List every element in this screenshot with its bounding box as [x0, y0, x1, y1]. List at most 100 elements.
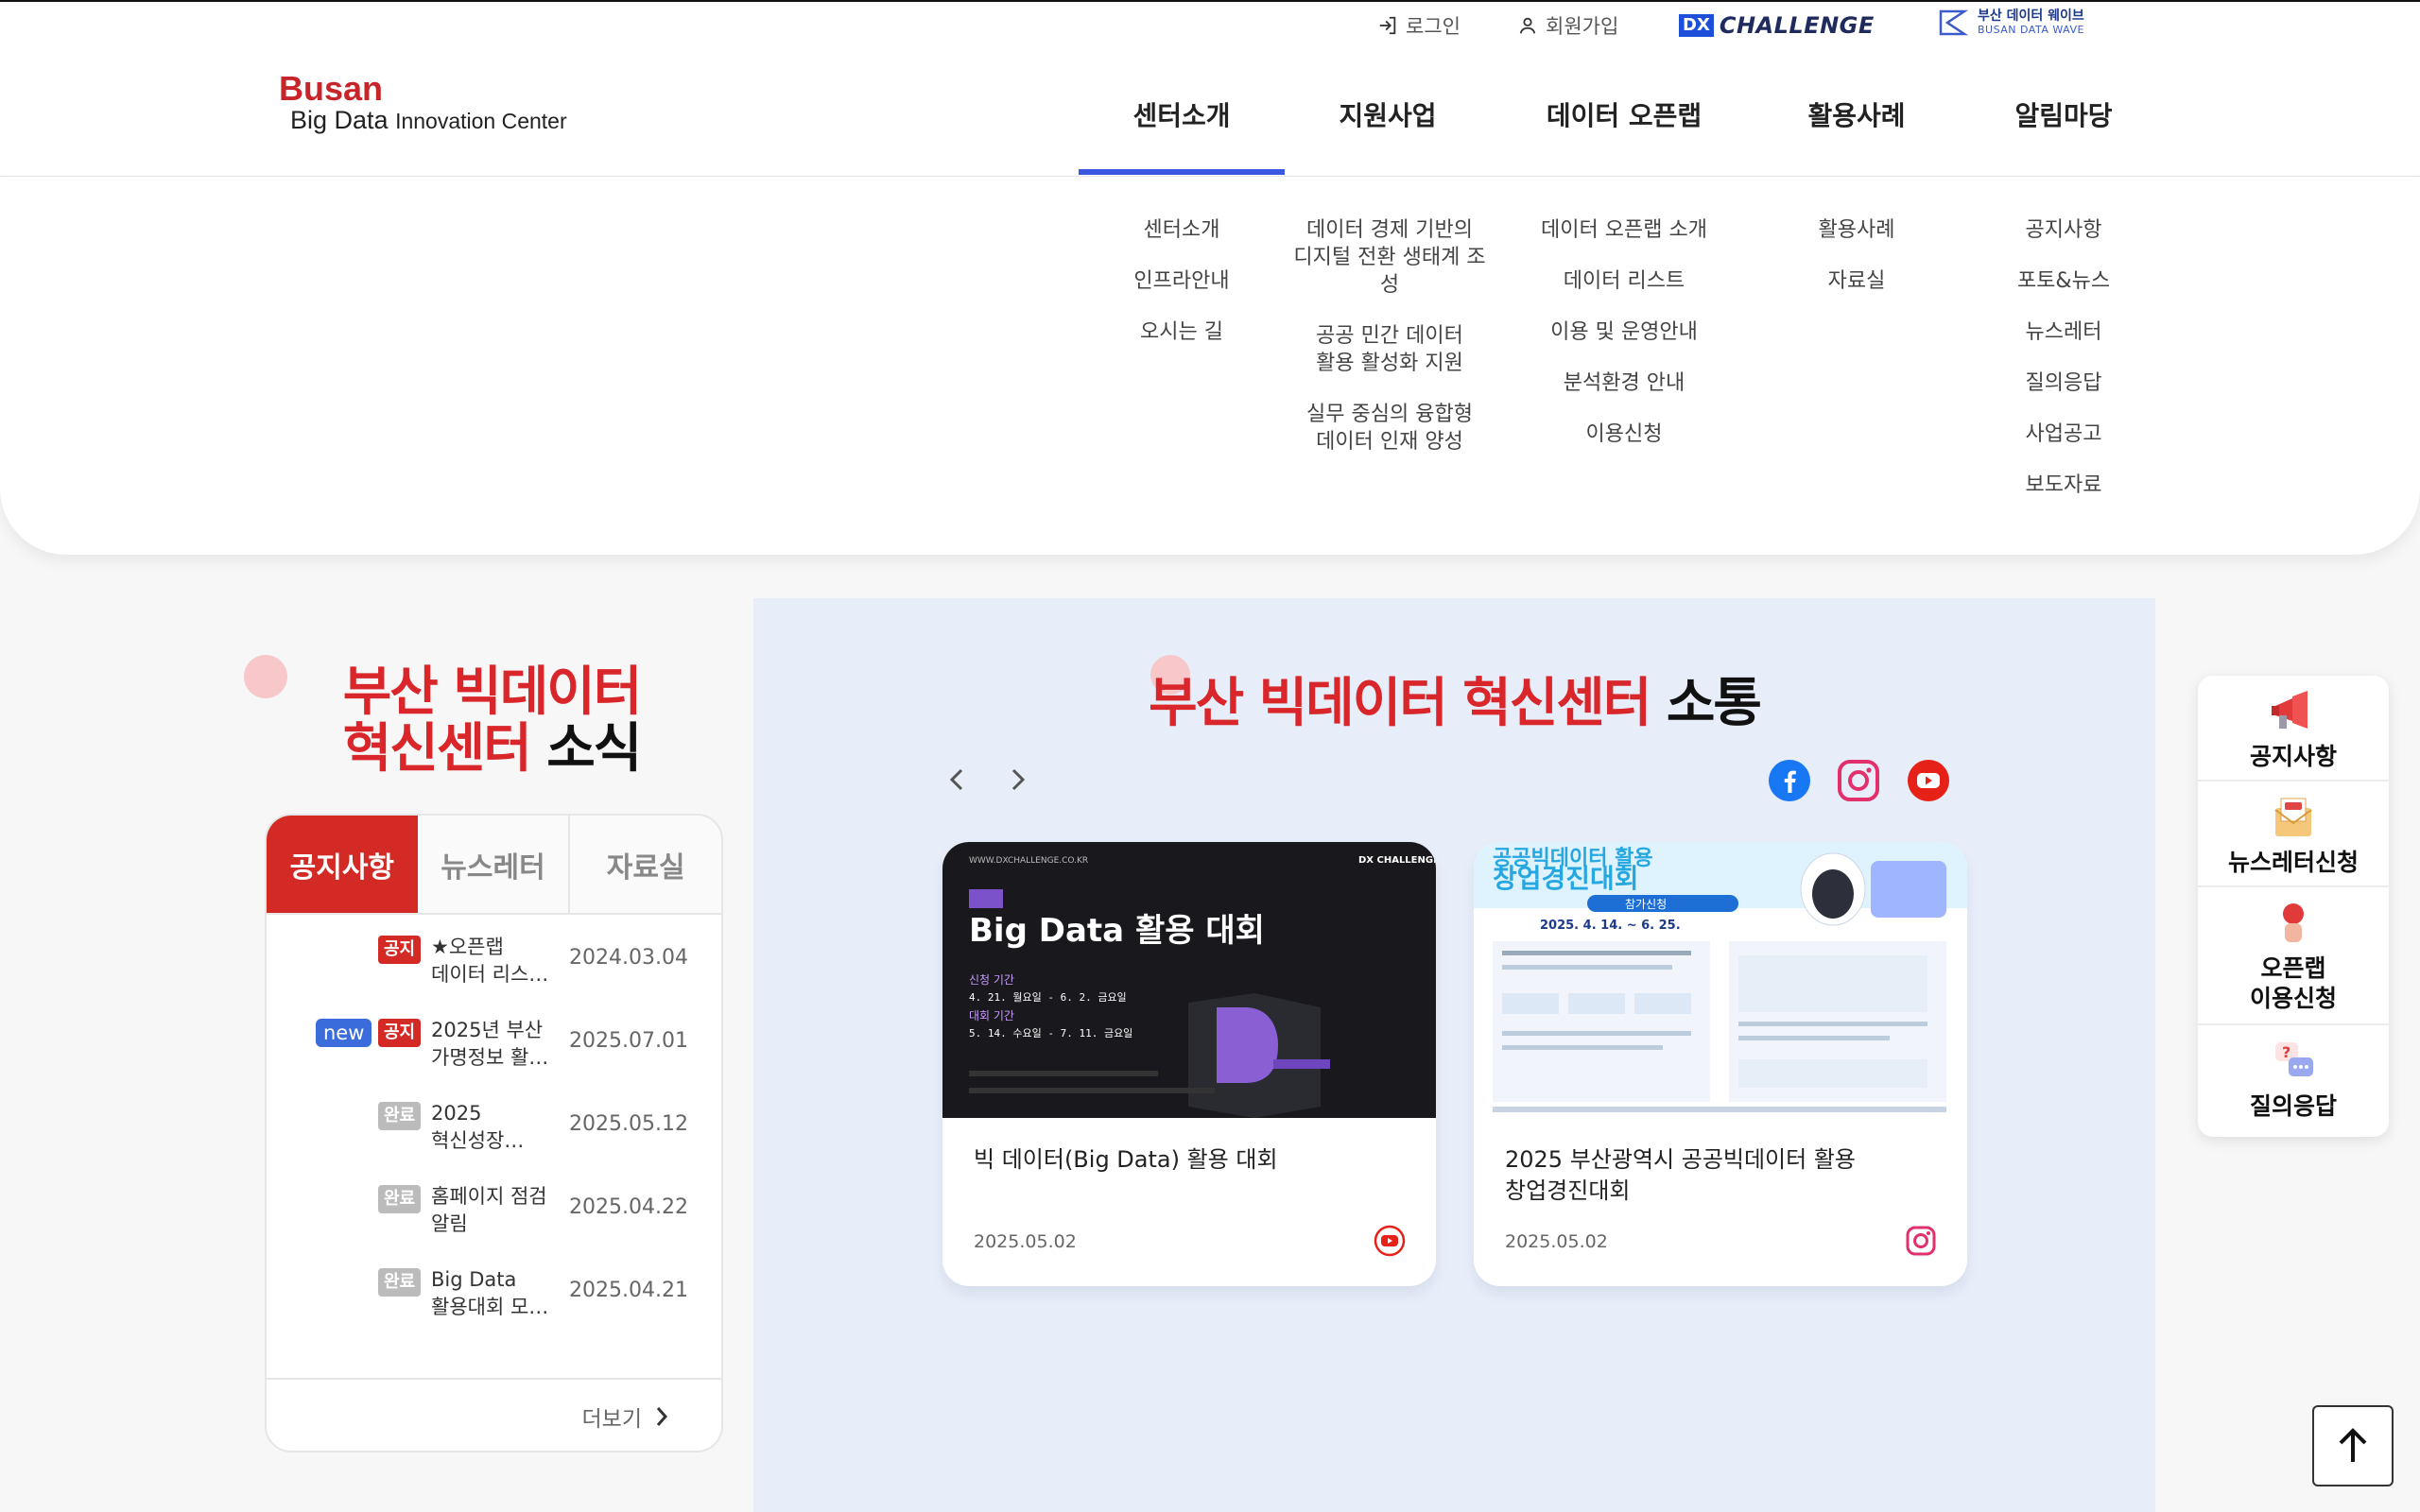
chevron-right-icon	[656, 1407, 668, 1426]
quick-newsletter[interactable]: 뉴스레터신청	[2198, 782, 2389, 887]
quick-notice[interactable]: 공지사항	[2198, 676, 2389, 782]
gnb-support[interactable]: 지원사업	[1285, 95, 1491, 133]
mega-link[interactable]: 실무 중심의 융합형 데이터 인재 양성	[1285, 401, 1495, 455]
card-title: 빅 데이터(Big Data) 활용 대회	[974, 1146, 1278, 1173]
wave-logo-icon	[1939, 9, 1969, 36]
site-logo[interactable]: Busan Big Data Innovation Center	[279, 71, 567, 134]
mega-col-openlab: 데이터 오픈랩 소개 데이터 리스트 이용 및 운영안내 분석환경 안내 이용신…	[1521, 216, 1727, 472]
header: Busan Big Data Innovation Center 센터소개 지원…	[0, 43, 2420, 177]
dx-challenge-logo[interactable]: DX CHALLENGE	[1679, 12, 1875, 39]
mega-link[interactable]: 이용신청	[1521, 421, 1727, 448]
mega-link[interactable]: 뉴스레터	[1961, 318, 2167, 346]
quick-qna[interactable]: ? 질의응답	[2198, 1025, 2389, 1137]
utility-bar: 로그인 회원가입 DX CHALLENGE 부산 데이터 웨이브 BUSAN D…	[0, 0, 2420, 43]
gnb-center-intro[interactable]: 센터소개	[1079, 95, 1285, 133]
mega-link[interactable]: 센터소개	[1079, 216, 1285, 244]
news-list: 공지 ★오픈랩 데이터 리스… 2024.03.04 new 공지 2025년 …	[267, 915, 721, 1378]
status-badge: 공지	[378, 1019, 422, 1047]
dx-box: DX	[1679, 14, 1714, 37]
news-item-date: 2025.07.01	[569, 1029, 688, 1053]
youtube-icon[interactable]	[1907, 759, 1950, 802]
sns-card-instagram[interactable]: 공공빅데이터 활용 창업경진대회 참가신청 2025. 4. 14. ~ 6. 2…	[1474, 842, 1967, 1286]
quick-menu: 공지사항 뉴스레터신청 오픈랩 이용신청 ? 질의응답	[2198, 676, 2389, 1137]
card-date: 2025.05.02	[1505, 1231, 1608, 1252]
card-date: 2025.05.02	[974, 1231, 1077, 1252]
tab-newsletter[interactable]: 뉴스레터	[417, 816, 571, 913]
thumb-value2: 5. 14. 수요일 - 7. 11. 금요일	[969, 1026, 1132, 1040]
gnb-notice[interactable]: 알림마당	[1961, 95, 2167, 133]
mega-col-center: 센터소개 인프라안내 오시는 길	[1079, 216, 1285, 369]
page: 로그인 회원가입 DX CHALLENGE 부산 데이터 웨이브 BUSAN D…	[0, 0, 2420, 1512]
thumb-label1: 신청 기간	[969, 973, 1014, 987]
signup-link[interactable]: 회원가입	[1517, 11, 1618, 40]
login-link[interactable]: 로그인	[1377, 11, 1461, 40]
quick-notice-label: 공지사항	[2249, 743, 2337, 770]
mega-link[interactable]: 데이터 경제 기반의 디지털 전환 생태계 조성	[1285, 216, 1495, 299]
openlab-icon	[2283, 903, 2304, 942]
mega-link[interactable]: 사업공고	[1961, 421, 2167, 448]
user-icon	[1519, 17, 1536, 34]
news-title-black: 소식	[546, 718, 642, 780]
wave-logo-en: BUSAN DATA WAVE	[1978, 24, 2084, 36]
comm-title-black: 소통	[1666, 673, 1762, 734]
list-item[interactable]: 완료 2025 혁신성장… 2025.05.12	[267, 1081, 721, 1164]
mega-col-cases: 활용사례 자료실	[1754, 216, 1960, 318]
quick-openlab[interactable]: 오픈랩 이용신청	[2198, 887, 2389, 1025]
mega-link[interactable]: 공지사항	[1961, 216, 2167, 244]
mega-link[interactable]: 분석환경 안내	[1521, 369, 1727, 397]
card-title: 2025 부산광역시 공공빅데이터 활용 창업경진대회	[1505, 1146, 1857, 1204]
mega-link[interactable]: 오시는 길	[1079, 318, 1285, 346]
mega-link[interactable]: 공공 민간 데이터 활용 활성화 지원	[1285, 322, 1495, 377]
sns-card-youtube[interactable]: WWW.DXCHALLENGE.CO.KR DX CHALLENGE Big D…	[942, 842, 1436, 1286]
thumb-period: 2025. 4. 14. ~ 6. 25.	[1540, 919, 1681, 933]
mega-link[interactable]: 인프라안내	[1079, 267, 1285, 295]
mega-link[interactable]: 보도자료	[1961, 472, 2167, 499]
logo-line2b: Innovation Center	[395, 109, 567, 133]
arrow-up-icon	[2339, 1428, 2367, 1462]
carousel-next-icon[interactable]	[1004, 761, 1032, 799]
thumb-sub: 참가신청	[1625, 898, 1667, 911]
card-thumbnail: 공공빅데이터 활용 창업경진대회 참가신청 2025. 4. 14. ~ 6. 2…	[1474, 842, 1967, 1118]
back-to-top-button[interactable]	[2312, 1405, 2394, 1486]
news-title: 부산 빅데이터 혁신센터 소식	[265, 664, 718, 778]
mega-link[interactable]: 자료실	[1754, 267, 1960, 295]
mega-link[interactable]: 데이터 오픈랩 소개	[1521, 216, 1727, 244]
mega-link[interactable]: 활용사례	[1754, 216, 1960, 244]
gnb-cases[interactable]: 활용사례	[1754, 95, 1960, 133]
wave-logo-ko: 부산 데이터 웨이브	[1978, 9, 2084, 24]
news-item-date: 2025.05.12	[569, 1112, 688, 1136]
tab-archive[interactable]: 자료실	[570, 816, 721, 913]
status-badge: 완료	[378, 1102, 422, 1130]
quick-qna-label: 질의응답	[2249, 1092, 2337, 1120]
status-badge: 완료	[378, 1185, 422, 1213]
mega-link[interactable]: 포토&뉴스	[1961, 267, 2167, 295]
news-item-title: Big Data 활용대회 모…	[431, 1268, 549, 1318]
card-thumbnail: WWW.DXCHALLENGE.CO.KR DX CHALLENGE Big D…	[942, 842, 1436, 1118]
busan-data-wave-logo[interactable]: 부산 데이터 웨이브 BUSAN DATA WAVE	[1938, 8, 2084, 38]
mega-link[interactable]: 이용 및 운영안내	[1521, 318, 1727, 346]
more-bar: 더보기	[267, 1378, 721, 1451]
list-item[interactable]: 공지 ★오픈랩 데이터 리스… 2024.03.04	[267, 915, 721, 998]
list-item[interactable]: 완료 Big Data 활용대회 모… 2025.04.21	[267, 1247, 721, 1331]
tab-notice[interactable]: 공지사항	[267, 816, 418, 913]
youtube-icon	[1374, 1225, 1406, 1257]
facebook-icon[interactable]	[1768, 759, 1811, 802]
list-item[interactable]: 완료 홈페이지 점검 알림 2025.04.22	[267, 1164, 721, 1247]
gnb-openlab[interactable]: 데이터 오픈랩	[1521, 95, 1727, 133]
mega-link[interactable]: 데이터 리스트	[1521, 267, 1727, 295]
instagram-icon	[1906, 1226, 1936, 1256]
logo-line1: Busan	[279, 69, 384, 108]
thumb-brand: DX CHALLENGE	[1358, 855, 1436, 866]
news-title-line1: 부산 빅데이터	[342, 662, 643, 723]
instagram-icon[interactable]	[1837, 759, 1880, 802]
news-item-title: 2025년 부산 가명정보 활…	[431, 1019, 549, 1069]
carousel-prev-icon[interactable]	[942, 761, 971, 799]
news-section: 부산 빅데이터 혁신센터 소식 공지사항 뉴스레터 자료실 공지 ★오픈랩 데이…	[0, 598, 753, 1512]
mega-link[interactable]: 질의응답	[1961, 369, 2167, 397]
quick-newsletter-label: 뉴스레터신청	[2227, 849, 2359, 876]
more-link[interactable]: 더보기	[582, 1400, 668, 1433]
list-item[interactable]: new 공지 2025년 부산 가명정보 활… 2025.07.01	[267, 998, 721, 1081]
logo-line2a: Big Data	[290, 106, 396, 134]
mega-col-notice: 공지사항 포토&뉴스 뉴스레터 질의응답 사업공고 보도자료	[1961, 216, 2167, 523]
status-badge: 공지	[378, 936, 422, 964]
